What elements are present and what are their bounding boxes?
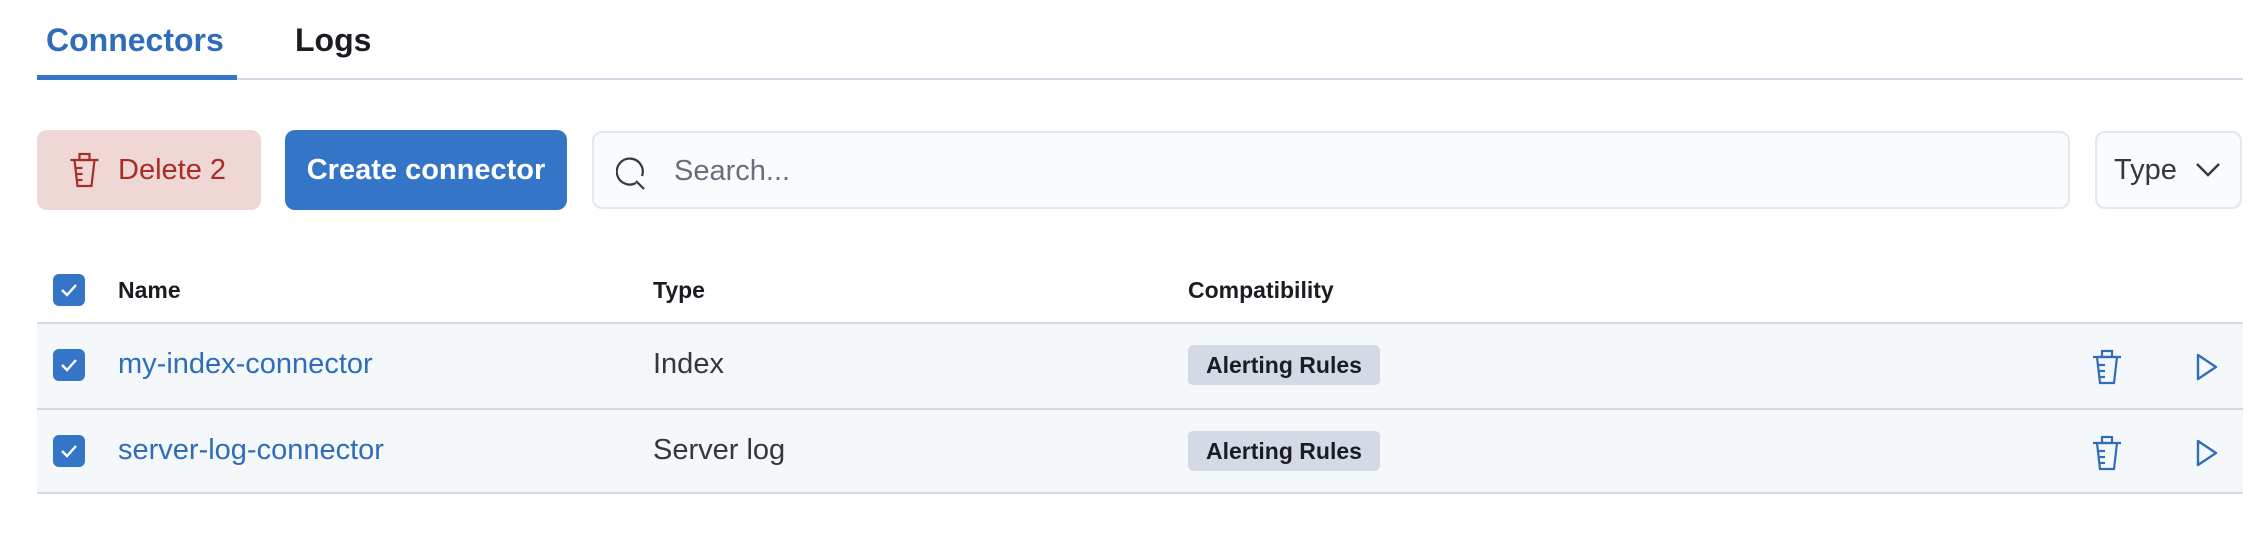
delete-selected-label: Delete 2 xyxy=(118,154,226,187)
create-connector-label: Create connector xyxy=(307,154,546,187)
trash-icon xyxy=(68,152,101,188)
type-filter-label: Type xyxy=(2114,154,2177,187)
create-connector-button[interactable]: Create connector xyxy=(285,130,567,210)
check-icon xyxy=(60,444,78,458)
row-checkbox[interactable] xyxy=(53,349,85,381)
table-row: my-index-connector Index Alerting Rules xyxy=(37,322,2243,408)
delete-icon[interactable] xyxy=(2089,435,2125,471)
compatibility-badge: Alerting Rules xyxy=(1188,345,1380,385)
connector-type: Index xyxy=(653,348,724,381)
column-header-type[interactable]: Type xyxy=(653,273,705,307)
tab-logs[interactable]: Logs xyxy=(295,18,371,62)
check-icon xyxy=(60,358,78,372)
check-icon xyxy=(60,283,78,297)
table-row: server-log-connector Server log Alerting… xyxy=(37,408,2243,494)
connector-type: Server log xyxy=(653,434,785,467)
tab-connectors[interactable]: Connectors xyxy=(46,18,224,62)
compatibility-badge: Alerting Rules xyxy=(1188,431,1380,471)
select-all-checkbox[interactable] xyxy=(53,274,85,306)
delete-selected-button[interactable]: Delete 2 xyxy=(37,130,261,210)
column-header-name[interactable]: Name xyxy=(118,273,181,307)
search-icon xyxy=(616,154,650,190)
run-icon[interactable] xyxy=(2188,435,2224,471)
delete-icon[interactable] xyxy=(2089,349,2125,385)
type-filter-dropdown[interactable]: Type xyxy=(2095,131,2242,209)
search-input[interactable] xyxy=(672,133,2056,209)
tabs-divider xyxy=(37,78,2243,80)
tab-selected-indicator xyxy=(37,75,237,80)
row-checkbox[interactable] xyxy=(53,435,85,467)
search-field[interactable] xyxy=(592,131,2070,209)
run-icon[interactable] xyxy=(2188,349,2224,385)
connector-name-link[interactable]: server-log-connector xyxy=(118,434,384,467)
column-header-compatibility: Compatibility xyxy=(1188,273,1334,307)
chevron-down-icon xyxy=(2195,162,2221,178)
connector-name-link[interactable]: my-index-connector xyxy=(118,348,373,381)
